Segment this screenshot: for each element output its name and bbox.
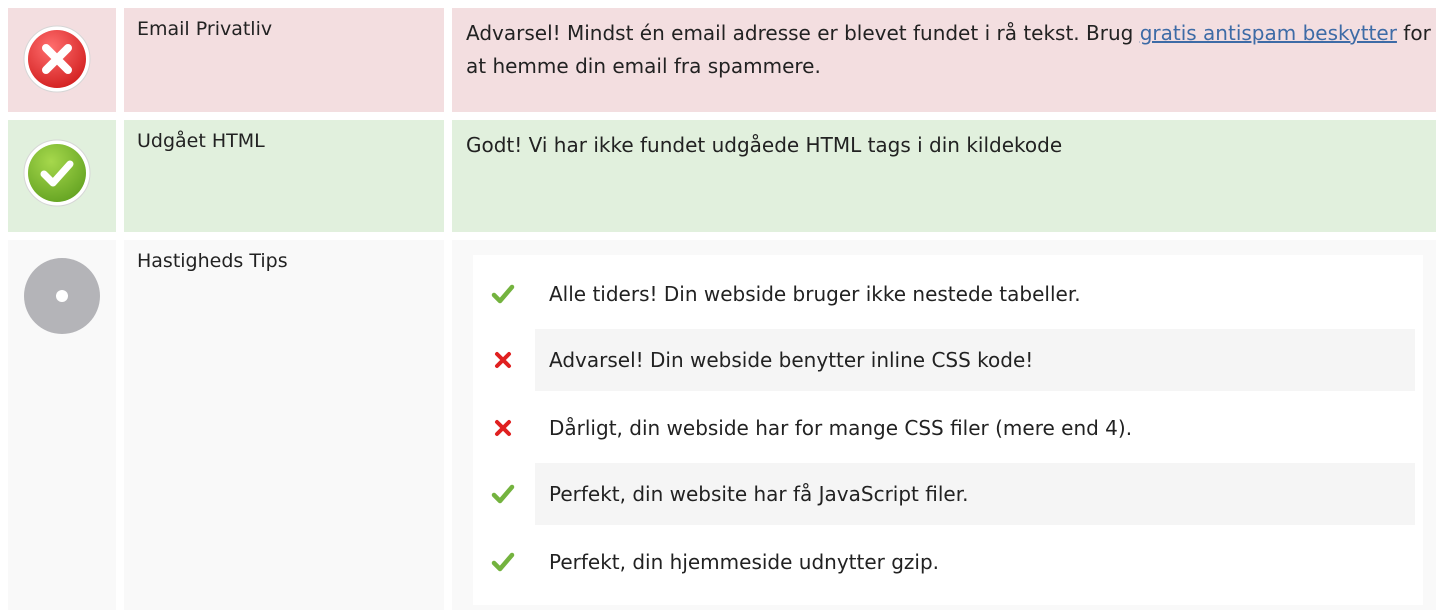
antispam-link[interactable]: gratis antispam beskytter (1140, 21, 1397, 45)
message-text: Advarsel! Mindst én email adresse er ble… (466, 21, 1134, 45)
deprecated-html-row: Udgået HTML Godt! Vi har ikke fundet udg… (0, 120, 1436, 232)
cross-icon (495, 352, 511, 368)
email-privacy-row: Email Privatliv Advarsel! Mindst én emai… (0, 8, 1436, 112)
list-item: Perfekt, din website har få JavaScript f… (473, 463, 1423, 525)
status-cell (8, 240, 116, 610)
error-icon (23, 25, 91, 93)
check-icon (491, 552, 515, 572)
row-label: Hastigheds Tips (124, 240, 444, 610)
tip-text: Perfekt, din hjemmeside udnytter gzip. (549, 550, 940, 574)
check-icon (491, 284, 515, 304)
cross-icon (495, 420, 511, 436)
tip-text: Advarsel! Din webside benytter inline CS… (549, 348, 1034, 372)
success-icon (23, 139, 91, 207)
list-item: Alle tiders! Din webside bruger ikke nes… (473, 263, 1423, 325)
check-icon (491, 484, 515, 504)
tip-text: Alle tiders! Din webside bruger ikke nes… (549, 282, 1081, 306)
list-item: Dårligt, din webside har for mange CSS f… (473, 397, 1423, 459)
status-cell (8, 120, 116, 232)
row-message: Advarsel! Mindst én email adresse er ble… (452, 8, 1436, 112)
tip-text: Perfekt, din website har få JavaScript f… (549, 482, 969, 506)
list-item: Perfekt, din hjemmeside udnytter gzip. (473, 531, 1423, 593)
neutral-icon (24, 258, 100, 334)
row-label: Email Privatliv (124, 8, 444, 112)
row-message: Godt! Vi har ikke fundet udgåede HTML ta… (452, 120, 1436, 232)
row-label: Udgået HTML (124, 120, 444, 232)
status-cell (8, 8, 116, 112)
tip-text: Dårligt, din webside har for mange CSS f… (549, 416, 1133, 440)
list-item: Advarsel! Din webside benytter inline CS… (473, 329, 1423, 391)
speed-tips-list: Alle tiders! Din webside bruger ikke nes… (473, 255, 1423, 605)
